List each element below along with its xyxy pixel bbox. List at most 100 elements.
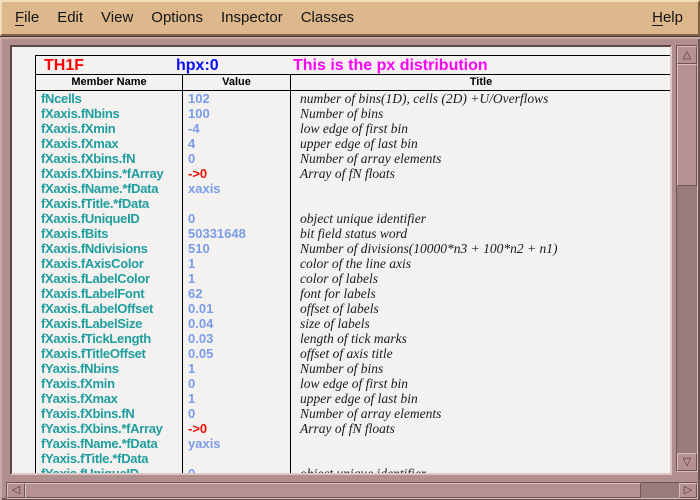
table-row[interactable]: fXaxis.fNdivisions510Number of divisions… bbox=[36, 241, 671, 256]
table-row[interactable]: fNcells102number of bins(1D), cells (2D)… bbox=[36, 91, 671, 106]
table-row[interactable]: fYaxis.fXbins.fN0Number of array element… bbox=[36, 406, 671, 421]
member-name-cell: fXaxis.fTickLength bbox=[36, 331, 183, 346]
table-row[interactable]: fXaxis.fLabelFont62font for labels bbox=[36, 286, 671, 301]
member-value-cell: 100 bbox=[183, 106, 291, 121]
member-name-cell: fXaxis.fXmin bbox=[36, 121, 183, 136]
table-row[interactable]: fXaxis.fAxisColor1color of the line axis bbox=[36, 256, 671, 271]
member-value-cell: 0.01 bbox=[183, 301, 291, 316]
member-value-cell: 62 bbox=[183, 286, 291, 301]
table-row[interactable]: fXaxis.fName.*fDataxaxis bbox=[36, 181, 671, 196]
table-row[interactable]: fXaxis.fTitle.*fData bbox=[36, 196, 671, 211]
scroll-down-button[interactable]: ▽ bbox=[677, 453, 697, 471]
member-title-cell: color of labels bbox=[291, 271, 671, 286]
member-title-cell: low edge of first bin bbox=[291, 121, 671, 136]
member-name-cell: fXaxis.fLabelColor bbox=[36, 271, 183, 286]
member-title-cell bbox=[291, 181, 671, 196]
vertical-scrollbar[interactable]: △ ▽ bbox=[676, 45, 698, 472]
table-row[interactable]: fXaxis.fLabelSize0.04size of labels bbox=[36, 316, 671, 331]
member-value-cell: 0 bbox=[183, 406, 291, 421]
table-row[interactable]: fXaxis.fXmax4upper edge of last bin bbox=[36, 136, 671, 151]
column-header-row: Member Name Value Title bbox=[36, 75, 671, 91]
menu-item-options[interactable]: Options bbox=[142, 3, 212, 33]
table-row[interactable]: fXaxis.fNbins100Number of bins bbox=[36, 106, 671, 121]
member-value-cell: 0.03 bbox=[183, 331, 291, 346]
table-row[interactable]: fXaxis.fLabelColor1color of labels bbox=[36, 271, 671, 286]
member-name-cell: fNcells bbox=[36, 91, 183, 106]
member-name-cell: fXaxis.fXbins.*fArray bbox=[36, 166, 183, 181]
member-title-cell: bit field status word bbox=[291, 226, 671, 241]
member-name-cell: fXaxis.fName.*fData bbox=[36, 181, 183, 196]
member-name-cell: fXaxis.fAxisColor bbox=[36, 256, 183, 271]
table-row[interactable]: fXaxis.fXbins.fN0Number of array element… bbox=[36, 151, 671, 166]
member-name-cell: fYaxis.fXmax bbox=[36, 391, 183, 406]
member-name-cell: fXaxis.fTitle.*fData bbox=[36, 196, 183, 211]
member-value-cell: 102 bbox=[183, 91, 291, 106]
member-name-cell: fYaxis.fTitle.*fData bbox=[36, 451, 183, 466]
member-value-cell: ->0 bbox=[183, 166, 291, 181]
scroll-right-button[interactable]: ▷ bbox=[679, 483, 697, 498]
member-value-cell: 510 bbox=[183, 241, 291, 256]
member-name-cell: fYaxis.fNbins bbox=[36, 361, 183, 376]
member-value-cell: 1 bbox=[183, 271, 291, 286]
menu-item-help[interactable]: Help bbox=[643, 3, 692, 33]
member-value-cell: 1 bbox=[183, 361, 291, 376]
table-row[interactable]: fYaxis.fUniqueID0object unique identifie… bbox=[36, 466, 671, 475]
member-value-cell: 4 bbox=[183, 136, 291, 151]
menu-item-inspector[interactable]: Inspector bbox=[212, 3, 292, 33]
member-title-cell: upper edge of last bin bbox=[291, 136, 671, 151]
scroll-up-button[interactable]: △ bbox=[677, 46, 697, 64]
horizontal-scrollbar-thumb[interactable] bbox=[25, 483, 641, 498]
content-viewport: TH1F hpx:0 This is the px distribution M… bbox=[10, 45, 672, 475]
member-value-cell: ->0 bbox=[183, 421, 291, 436]
member-value-cell: 0 bbox=[183, 466, 291, 475]
table-row[interactable]: fYaxis.fXmax1upper edge of last bin bbox=[36, 391, 671, 406]
menu-item-edit[interactable]: Edit bbox=[48, 3, 92, 33]
member-value-cell: 50331648 bbox=[183, 226, 291, 241]
left-arrow-icon: ◁ bbox=[12, 485, 20, 496]
menu-item-view[interactable]: View bbox=[92, 3, 142, 33]
table-row[interactable]: fXaxis.fXbins.*fArray->0Array of fN floa… bbox=[36, 166, 671, 181]
member-value-cell: 0 bbox=[183, 211, 291, 226]
table-row[interactable]: fXaxis.fTickLength0.03length of tick mar… bbox=[36, 331, 671, 346]
table-row[interactable]: fXaxis.fXmin-4low edge of first bin bbox=[36, 121, 671, 136]
member-value-cell: 0.05 bbox=[183, 346, 291, 361]
member-name-cell: fXaxis.fLabelFont bbox=[36, 286, 183, 301]
member-title-cell: upper edge of last bin bbox=[291, 391, 671, 406]
member-title-cell: Number of divisions(10000*n3 + 100*n2 + … bbox=[291, 241, 671, 256]
table-row[interactable]: fXaxis.fUniqueID0object unique identifie… bbox=[36, 211, 671, 226]
member-title-cell: Number of bins bbox=[291, 106, 671, 121]
down-arrow-icon: ▽ bbox=[683, 457, 691, 468]
object-name-label: hpx:0 bbox=[176, 56, 219, 75]
table-row[interactable]: fYaxis.fName.*fDatayaxis bbox=[36, 436, 671, 451]
menu-item-file[interactable]: File bbox=[6, 3, 48, 33]
up-arrow-icon: △ bbox=[683, 50, 691, 61]
horizontal-scrollbar[interactable]: ◁ ▷ bbox=[6, 482, 698, 499]
member-value-cell bbox=[183, 451, 291, 466]
column-header-value: Value bbox=[183, 75, 291, 90]
member-value-cell: 1 bbox=[183, 256, 291, 271]
member-value-cell bbox=[183, 196, 291, 211]
member-value-cell: xaxis bbox=[183, 181, 291, 196]
vertical-scrollbar-thumb[interactable] bbox=[677, 64, 697, 186]
table-row[interactable]: fYaxis.fTitle.*fData bbox=[36, 451, 671, 466]
member-name-cell: fXaxis.fXbins.fN bbox=[36, 151, 183, 166]
member-title-cell: offset of axis title bbox=[291, 346, 671, 361]
member-value-cell: 0 bbox=[183, 376, 291, 391]
table-row[interactable]: fYaxis.fXbins.*fArray->0Array of fN floa… bbox=[36, 421, 671, 436]
member-name-cell: fYaxis.fXbins.fN bbox=[36, 406, 183, 421]
table-row[interactable]: fXaxis.fLabelOffset0.01offset of labels bbox=[36, 301, 671, 316]
member-title-cell: Number of array elements bbox=[291, 151, 671, 166]
member-name-cell: fXaxis.fNdivisions bbox=[36, 241, 183, 256]
table-row[interactable]: fYaxis.fXmin0low edge of first bin bbox=[36, 376, 671, 391]
scroll-left-button[interactable]: ◁ bbox=[7, 483, 25, 498]
member-name-cell: fXaxis.fUniqueID bbox=[36, 211, 183, 226]
member-title-cell: object unique identifier bbox=[291, 211, 671, 226]
member-title-cell: size of labels bbox=[291, 316, 671, 331]
table-row[interactable]: fYaxis.fNbins1Number of bins bbox=[36, 361, 671, 376]
table-row[interactable]: fXaxis.fTitleOffset0.05offset of axis ti… bbox=[36, 346, 671, 361]
member-name-cell: fXaxis.fNbins bbox=[36, 106, 183, 121]
table-row[interactable]: fXaxis.fBits50331648bit field status wor… bbox=[36, 226, 671, 241]
member-title-cell: color of the line axis bbox=[291, 256, 671, 271]
menu-item-classes[interactable]: Classes bbox=[292, 3, 363, 33]
object-class-label: TH1F bbox=[44, 56, 84, 75]
